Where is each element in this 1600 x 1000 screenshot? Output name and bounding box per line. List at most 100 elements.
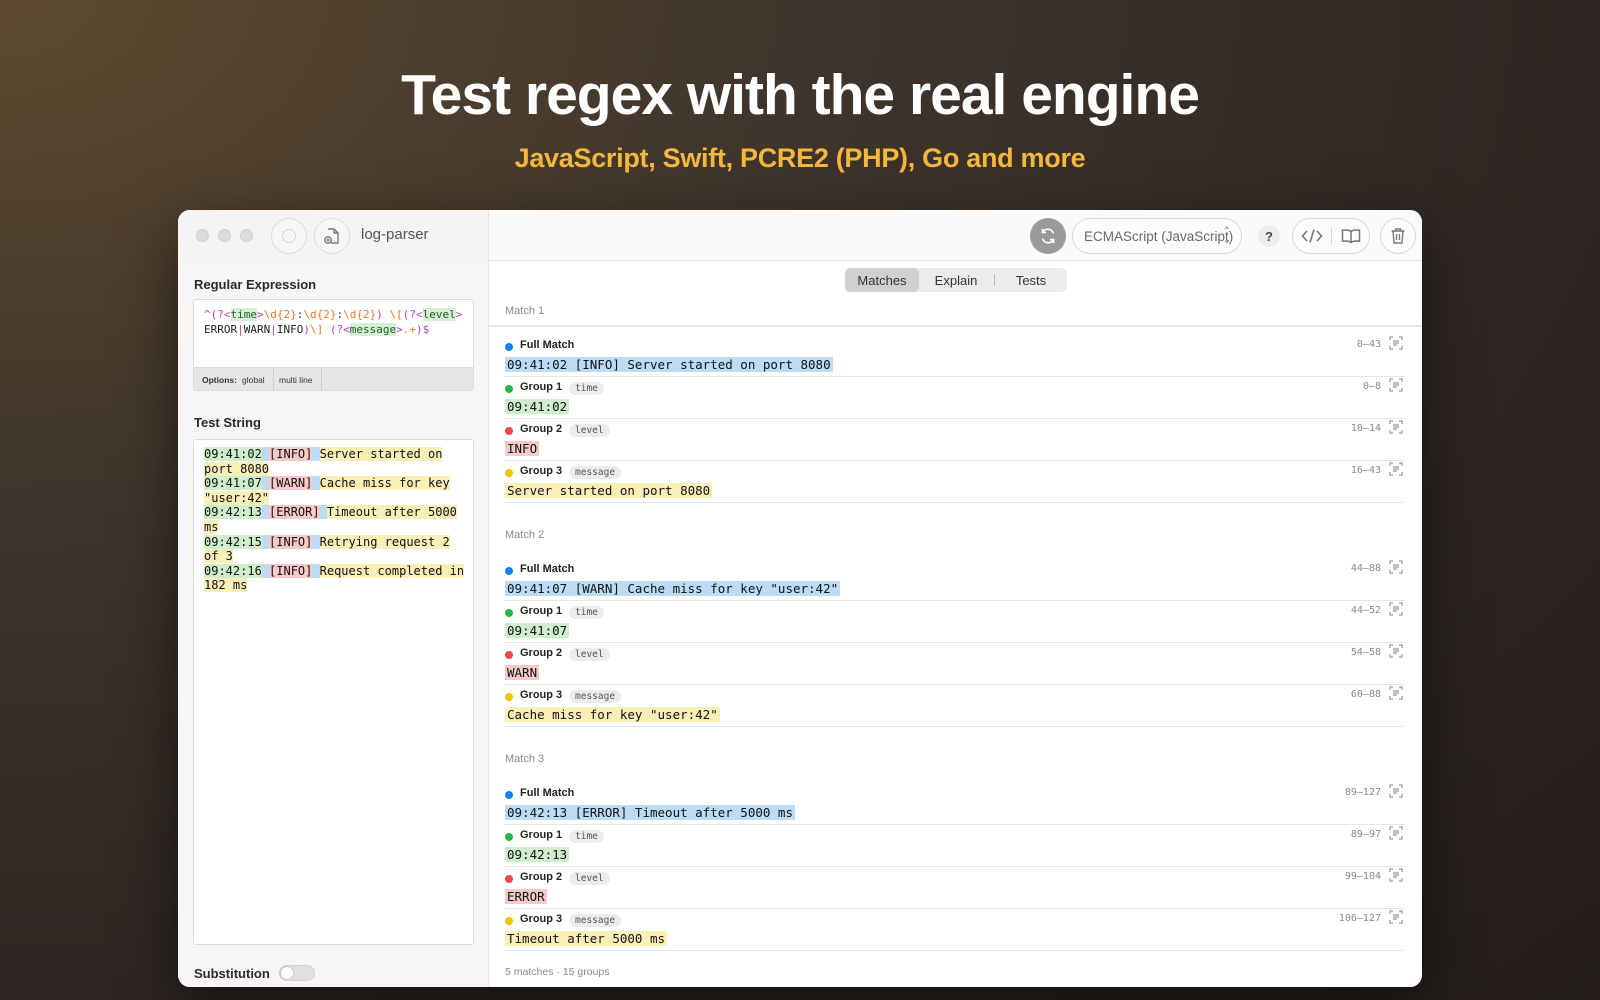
match-value: Timeout after 5000 ms [505,931,668,946]
match-row[interactable]: Group 2 level 10–14 INFO [505,419,1405,461]
close-window-button[interactable] [196,229,209,242]
match-row[interactable]: Group 3 message 16–43 Server started on por… [505,461,1405,503]
copy-match-icon[interactable] [1389,462,1405,478]
group-label: Group 2 [520,423,563,435]
trash-icon [1391,228,1405,244]
option-multiline[interactable]: multi line [271,368,322,390]
test-time: 09:42:16 [204,563,262,578]
regex-token: time [230,308,257,321]
copy-match-icon[interactable] [1389,420,1405,436]
sidebar-toggle-button[interactable] [271,218,307,254]
group-label: Group 1 [520,605,563,617]
match-value: INFO [505,441,540,456]
match-row[interactable]: Full Match 44–88 09:41:07 [WARN] Cache mis… [505,559,1405,601]
match-stats: 5 matches · 15 groups [505,966,610,978]
refresh-button[interactable] [1030,218,1066,254]
test-space [312,447,320,461]
match-header: Match 2 [505,529,545,541]
test-space [261,563,270,578]
match-header: Match 1 [505,305,545,317]
match-range: 0–43 [1356,339,1381,350]
match-row[interactable]: Group 1 time 0–8 09:41:02 [505,377,1405,419]
match-range: 44–52 [1350,605,1381,616]
test-string-input[interactable]: 09:41:02 [INFO] Server started on port 8… [193,439,474,945]
regex-token: ) [303,323,310,336]
help-button[interactable]: ? [1258,225,1280,247]
substitution-toggle[interactable] [279,965,315,981]
match-value: 09:41:07 [WARN] Cache miss for key "user… [505,581,841,596]
group-color-dot [505,651,513,659]
test-string-text[interactable]: 09:41:02 [INFO] Server started on port 8… [204,447,466,593]
match-value: 09:41:02 [505,399,570,414]
match-row[interactable]: Full Match 0–43 09:41:02 [INFO] Server sta… [505,335,1405,377]
match-row[interactable]: Full Match 89–127 09:42:13 [ERROR] Timeout… [505,783,1405,825]
test-space [261,476,270,491]
chevron-updown-icon: ⌃ ⌄ [1222,226,1231,246]
code-icon [1301,229,1323,243]
copy-match-icon[interactable] [1389,378,1405,394]
tab-explain[interactable]: Explain [919,268,993,292]
test-space [261,505,270,520]
zoom-window-button[interactable] [240,229,253,242]
regex-token: > [257,308,264,321]
test-space [261,534,270,549]
results-panel: Matches Explain Tests Match 1 Full Match 0… [489,261,1422,987]
regex-input[interactable]: ^(?<time>\d{2}:\d{2}:\d{2}) \[(?<level>E… [193,299,474,391]
copy-match-icon[interactable] [1389,644,1405,660]
copy-match-icon[interactable] [1389,686,1405,702]
test-space [261,447,270,461]
group-name-tag: level [569,648,610,661]
regex-code[interactable]: ^(?<time>\d{2}:\d{2}:\d{2}) \[(?<level>E… [204,307,466,337]
match-row[interactable]: Group 3 message 60–88 Cache miss for key "u… [505,685,1405,727]
match-value: Server started on port 8080 [505,483,713,498]
group-label: Group 3 [520,465,563,477]
regex-token: $ [422,323,430,336]
document-name[interactable]: log-parser [361,226,429,243]
match-range: 54–58 [1350,647,1381,658]
regex-token: > [396,323,403,336]
match-divider [489,325,1422,327]
match-row[interactable]: Group 1 time 89–97 09:42:13 [505,825,1405,867]
group-label: Group 3 [520,913,563,925]
test-line: 09:41:02 [INFO] Server started on port 8… [204,447,466,476]
copy-match-icon[interactable] [1389,336,1405,352]
match-row[interactable]: Group 2 level 99–104 ERROR [505,867,1405,909]
reference-button[interactable] [1332,219,1370,253]
match-row[interactable]: Group 1 time 44–52 09:41:07 [505,601,1405,643]
group-name-tag: message [569,466,622,479]
tab-tests[interactable]: Tests [995,268,1067,292]
delete-button[interactable] [1380,218,1416,254]
results-tabs: Matches Explain Tests [845,268,1067,292]
circle-placeholder-icon [282,229,296,243]
regex-token: .+ [402,323,416,336]
copy-match-icon[interactable] [1389,602,1405,618]
copy-match-icon[interactable] [1389,784,1405,800]
match-row[interactable]: Group 2 level 54–58 WARN [505,643,1405,685]
code-view-button[interactable] [1293,219,1331,253]
tab-matches[interactable]: Matches [845,268,919,292]
engine-select[interactable]: ECMAScript (JavaScript) ⌃ ⌄ [1072,218,1242,254]
copy-match-icon[interactable] [1389,910,1405,926]
match-value: ERROR [505,889,547,904]
test-level: [ERROR] [269,505,320,520]
test-time: 09:42:13 [204,505,262,520]
match-range: 60–88 [1350,689,1381,700]
copy-match-icon[interactable] [1389,560,1405,576]
group-label: Group 2 [520,871,563,883]
regex-token: level [422,308,456,321]
match-value: 09:41:02 [INFO] Server started on port 8… [505,357,833,372]
copy-match-icon[interactable] [1389,868,1405,884]
option-global[interactable]: global [234,368,274,390]
match-row[interactable]: Group 3 message 106–127 Timeout after 5000 … [505,909,1405,951]
group-name-tag: time [569,606,604,619]
group-name-tag: message [569,914,622,927]
toggle-knob [281,967,293,979]
group-label: Full Match [520,563,575,575]
match-value: 09:42:13 [ERROR] Timeout after 5000 ms [505,805,795,820]
test-level: [INFO] [269,447,313,461]
copy-match-icon[interactable] [1389,826,1405,842]
match-value: 09:41:07 [505,623,570,638]
regex-token: message [349,323,397,336]
minimize-window-button[interactable] [218,229,231,242]
new-document-button[interactable] [314,218,350,254]
